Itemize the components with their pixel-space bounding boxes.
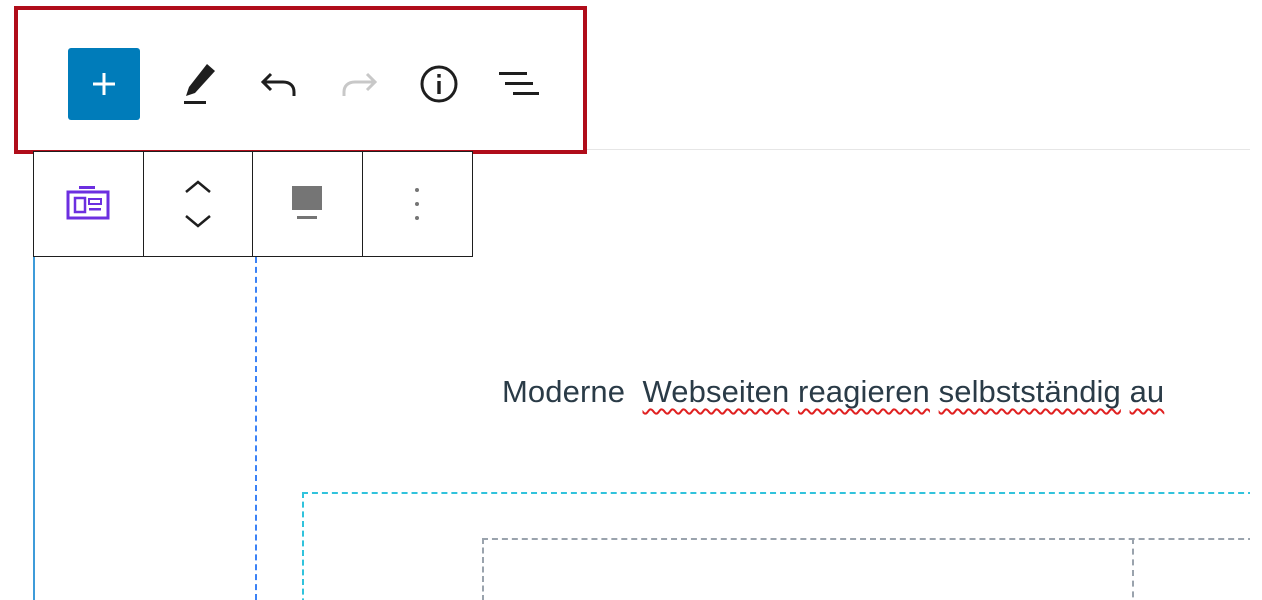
redo-icon [342, 72, 378, 96]
column-divider [1132, 538, 1134, 600]
align-icon [292, 186, 323, 219]
columns-block-outline[interactable] [482, 538, 1262, 600]
word-space [1121, 374, 1130, 409]
move-up-down-icon [184, 180, 211, 228]
align-button[interactable] [253, 152, 363, 256]
header-separator [587, 149, 1250, 150]
word-space [930, 374, 939, 409]
add-block-button[interactable] [68, 48, 140, 120]
move-buttons[interactable] [144, 152, 253, 256]
media-text-icon [66, 186, 110, 220]
misspelled-word: au [1129, 374, 1165, 409]
misspelled-word: reagieren [798, 374, 930, 409]
info-icon [420, 65, 458, 103]
paragraph-text[interactable]: Moderne Webseiten reagieren selbstständi… [502, 374, 1164, 410]
paragraph-start: Moderne [502, 374, 643, 409]
pencil-icon [184, 64, 215, 104]
selected-block-outline [33, 257, 35, 600]
editor-top-toolbar [14, 6, 587, 154]
undo-icon [260, 72, 296, 96]
block-toolbar [33, 151, 473, 257]
more-vertical-icon [415, 188, 420, 220]
list-view-icon [499, 72, 539, 95]
word-space [789, 374, 798, 409]
plus-icon [93, 73, 115, 95]
block-type-button[interactable] [34, 152, 144, 256]
misspelled-word: selbstständig [938, 374, 1121, 409]
tools-button[interactable] [163, 48, 235, 120]
redo-button[interactable] [323, 48, 395, 120]
undo-button[interactable] [243, 48, 315, 120]
details-button[interactable] [403, 48, 475, 120]
editor-canvas: Moderne Webseiten reagieren selbstständi… [0, 0, 1262, 600]
misspelled-word: Webseiten [642, 374, 790, 409]
list-view-button[interactable] [483, 48, 555, 120]
media-column-outline [255, 257, 257, 600]
options-button[interactable] [363, 152, 473, 256]
viewport-edge [1250, 0, 1262, 600]
